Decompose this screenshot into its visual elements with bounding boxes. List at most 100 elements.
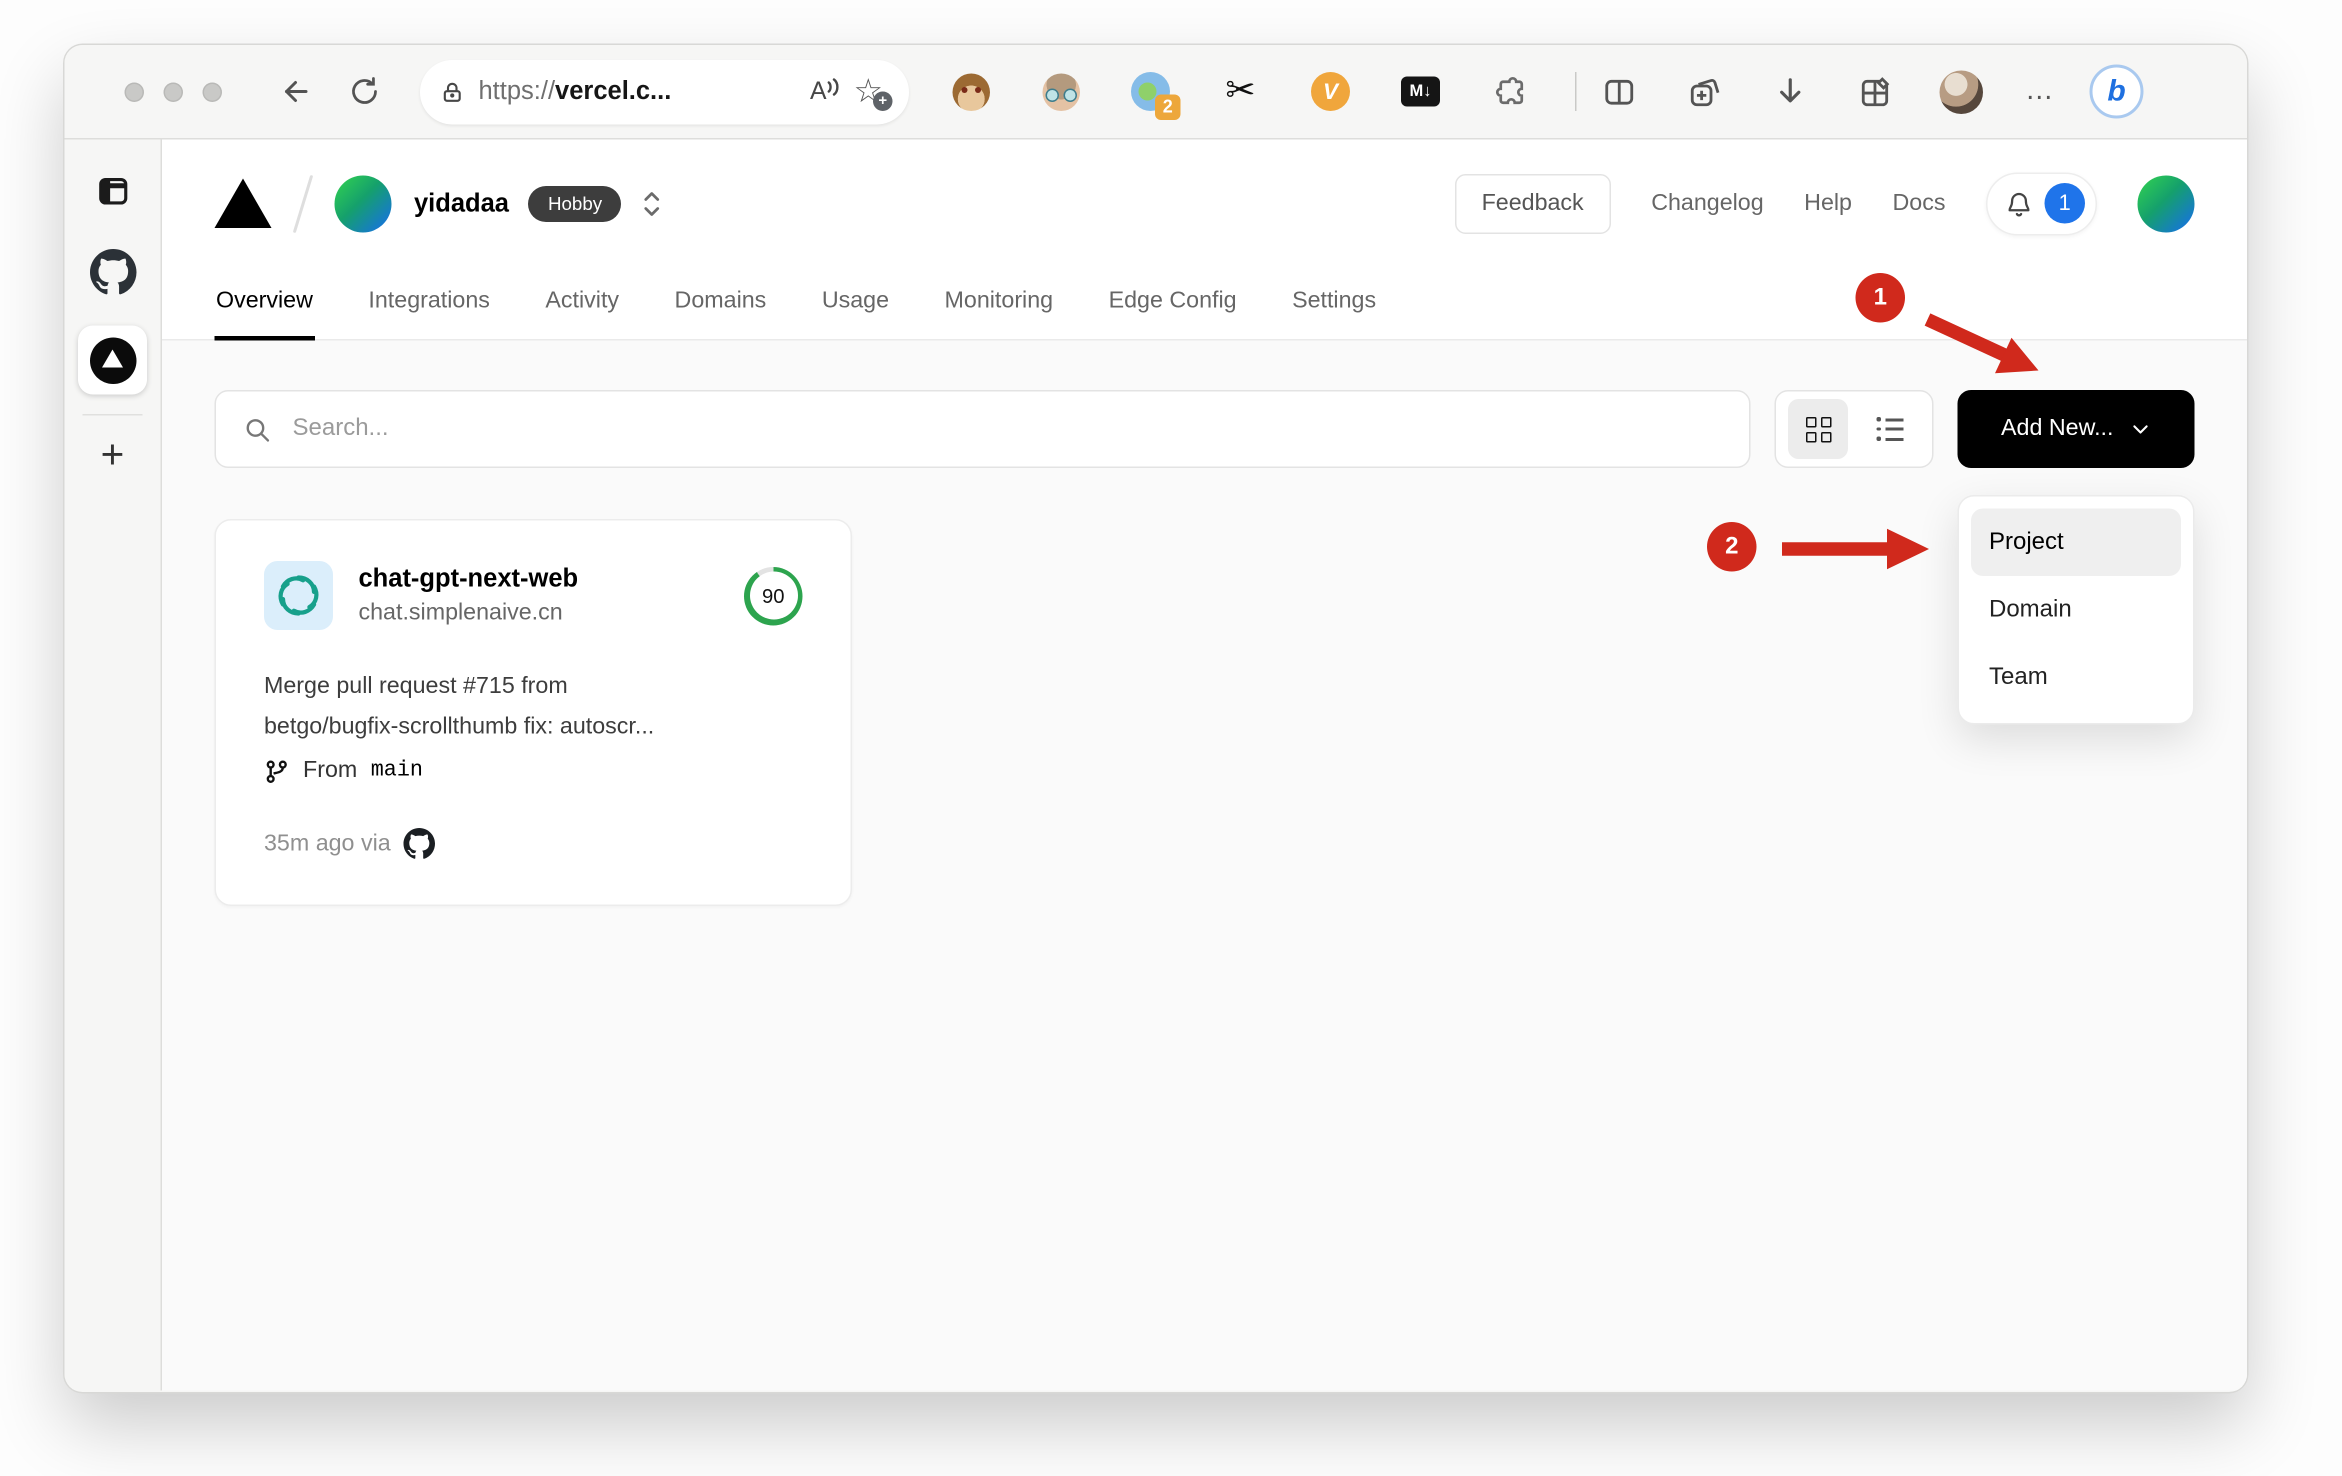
- project-favicon: [264, 561, 333, 630]
- branch-prefix: From: [303, 757, 358, 784]
- v-extension-icon[interactable]: V: [1311, 72, 1350, 111]
- downloads-button[interactable]: [1772, 73, 1810, 111]
- vercel-nav-tabs: Overview Integrations Activity Domains U…: [162, 267, 2247, 341]
- chevron-down-icon: [2133, 425, 2148, 434]
- grid-view-icon: [1805, 416, 1831, 442]
- vercel-favicon: [89, 336, 136, 384]
- read-aloud-button[interactable]: A: [810, 77, 840, 106]
- browser-sidebar: +: [64, 139, 162, 1391]
- proxy-extension-icon[interactable]: 2: [1131, 72, 1181, 120]
- git-branch-icon: [266, 760, 287, 783]
- url-host: vercel.c...: [555, 76, 672, 106]
- scissors-icon: ✂: [1225, 70, 1256, 111]
- reload-icon: [352, 77, 377, 104]
- url-scheme: https://: [478, 76, 556, 106]
- commit-line-1: Merge pull request #715 from: [264, 673, 568, 700]
- close-window-button[interactable]: [124, 81, 144, 102]
- project-domain[interactable]: chat.simplenaive.cn: [359, 600, 579, 627]
- project-search[interactable]: [214, 390, 1751, 468]
- zoom-window-button[interactable]: [202, 81, 222, 102]
- vercel-logo[interactable]: [214, 178, 272, 228]
- add-new-dropdown: Project Domain Team: [1957, 495, 2195, 725]
- notifications-button[interactable]: 1: [1986, 171, 2097, 235]
- bing-logo: b: [2107, 74, 2126, 108]
- github-icon: [404, 828, 436, 860]
- more-menu-button[interactable]: …: [2025, 75, 2057, 108]
- grid-view-button[interactable]: [1788, 399, 1848, 459]
- vercel-header: yidadaa Hobby Feedback Changelog Help Do…: [162, 139, 2247, 341]
- reload-button[interactable]: [342, 69, 387, 114]
- dropdown-item-team[interactable]: Team: [1971, 644, 2181, 712]
- url-text[interactable]: https://vercel.c...: [479, 77, 797, 107]
- breadcrumb-divider: [292, 174, 314, 233]
- tab-monitoring[interactable]: Monitoring: [943, 276, 1055, 339]
- extensions-menu-button[interactable]: [1491, 72, 1530, 111]
- sidebar-toggle-button[interactable]: [94, 173, 132, 211]
- commit-line-2: betgo/bugfix-scrollthumb fix: autoscr...: [264, 714, 655, 740]
- extension-icons: 2 ✂ V M↓: [951, 72, 1530, 120]
- tab-integrations[interactable]: Integrations: [367, 276, 492, 339]
- collections-button[interactable]: [1857, 73, 1895, 111]
- tab-usage[interactable]: Usage: [820, 276, 890, 339]
- split-screen-button[interactable]: [1601, 73, 1639, 111]
- lighthouse-score: 90: [749, 571, 798, 620]
- browser-profile-avatar[interactable]: [1939, 69, 1983, 114]
- github-tab-favicon[interactable]: [89, 249, 136, 296]
- browser-tool-icons: [1601, 73, 1895, 111]
- add-new-button[interactable]: Add New...: [1957, 390, 2195, 468]
- commit-message[interactable]: Merge pull request #715 from betgo/bugfi…: [264, 666, 803, 747]
- team-name[interactable]: yidadaa: [414, 188, 509, 218]
- vercel-tab-active[interactable]: [78, 325, 147, 395]
- tab-edge-config[interactable]: Edge Config: [1107, 276, 1238, 339]
- markdown-extension-icon[interactable]: M↓: [1401, 72, 1440, 111]
- lighthouse-score-ring[interactable]: 90: [744, 566, 803, 625]
- plan-badge: Hobby: [528, 185, 622, 222]
- bing-chat-button[interactable]: b: [2089, 64, 2144, 119]
- read-aloud-letter: A: [809, 77, 827, 105]
- extension-badge: 2: [1155, 94, 1181, 120]
- tampermonkey-extension-icon[interactable]: [951, 72, 990, 111]
- tab-overview[interactable]: Overview: [214, 276, 315, 341]
- feedback-button[interactable]: Feedback: [1454, 173, 1611, 234]
- vercel-page: yidadaa Hobby Feedback Changelog Help Do…: [162, 139, 2247, 1391]
- deploy-time: 35m ago via: [264, 830, 391, 857]
- toolbar-divider: [1575, 72, 1577, 111]
- browser-window: https://vercel.c... A ☆ + 2 ✂ V M↓ … b +…: [64, 45, 2247, 1392]
- add-tab-group-button[interactable]: [1686, 73, 1724, 111]
- sound-waves-icon: [827, 77, 839, 95]
- project-card[interactable]: chat-gpt-next-web chat.simplenaive.cn 90…: [214, 519, 852, 907]
- project-name[interactable]: chat-gpt-next-web: [359, 564, 579, 594]
- tab-domains[interactable]: Domains: [673, 276, 768, 339]
- tab-settings[interactable]: Settings: [1291, 276, 1378, 339]
- tab-activity[interactable]: Activity: [544, 276, 621, 339]
- browser-toolbar: https://vercel.c... A ☆ + 2 ✂ V M↓ … b: [64, 45, 2247, 140]
- window-controls[interactable]: [124, 81, 222, 102]
- translate-extension-icon[interactable]: [1041, 72, 1080, 111]
- docs-link[interactable]: Docs: [1893, 190, 1946, 217]
- add-new-label: Add New...: [2001, 415, 2114, 442]
- sidebar-separator: [82, 414, 143, 416]
- address-bar[interactable]: https://vercel.c... A ☆ +: [420, 59, 909, 124]
- list-view-button[interactable]: [1860, 399, 1920, 459]
- clipper-extension-icon[interactable]: ✂: [1221, 72, 1260, 111]
- bell-icon: [2008, 192, 2030, 216]
- search-input[interactable]: [292, 415, 1722, 443]
- back-button[interactable]: [273, 69, 318, 114]
- view-toggle-group: [1774, 390, 1934, 468]
- branch-row: From main: [264, 758, 803, 785]
- add-favorite-button[interactable]: ☆ +: [854, 73, 893, 111]
- list-view-icon: [1876, 417, 1904, 441]
- branch-name[interactable]: main: [371, 759, 423, 783]
- team-avatar[interactable]: [334, 174, 392, 232]
- dropdown-item-project[interactable]: Project: [1971, 508, 2181, 576]
- changelog-link[interactable]: Changelog: [1651, 190, 1763, 217]
- help-link[interactable]: Help: [1804, 190, 1852, 217]
- team-switcher-icon[interactable]: [641, 187, 664, 220]
- vercel-content: Add New...: [162, 340, 2247, 1391]
- star-plus-icon: +: [873, 91, 893, 111]
- user-avatar[interactable]: [2137, 174, 2195, 232]
- minimize-window-button[interactable]: [163, 81, 183, 102]
- puzzle-icon: [1495, 76, 1524, 105]
- dropdown-item-domain[interactable]: Domain: [1971, 576, 2181, 644]
- new-tab-button[interactable]: +: [101, 434, 125, 476]
